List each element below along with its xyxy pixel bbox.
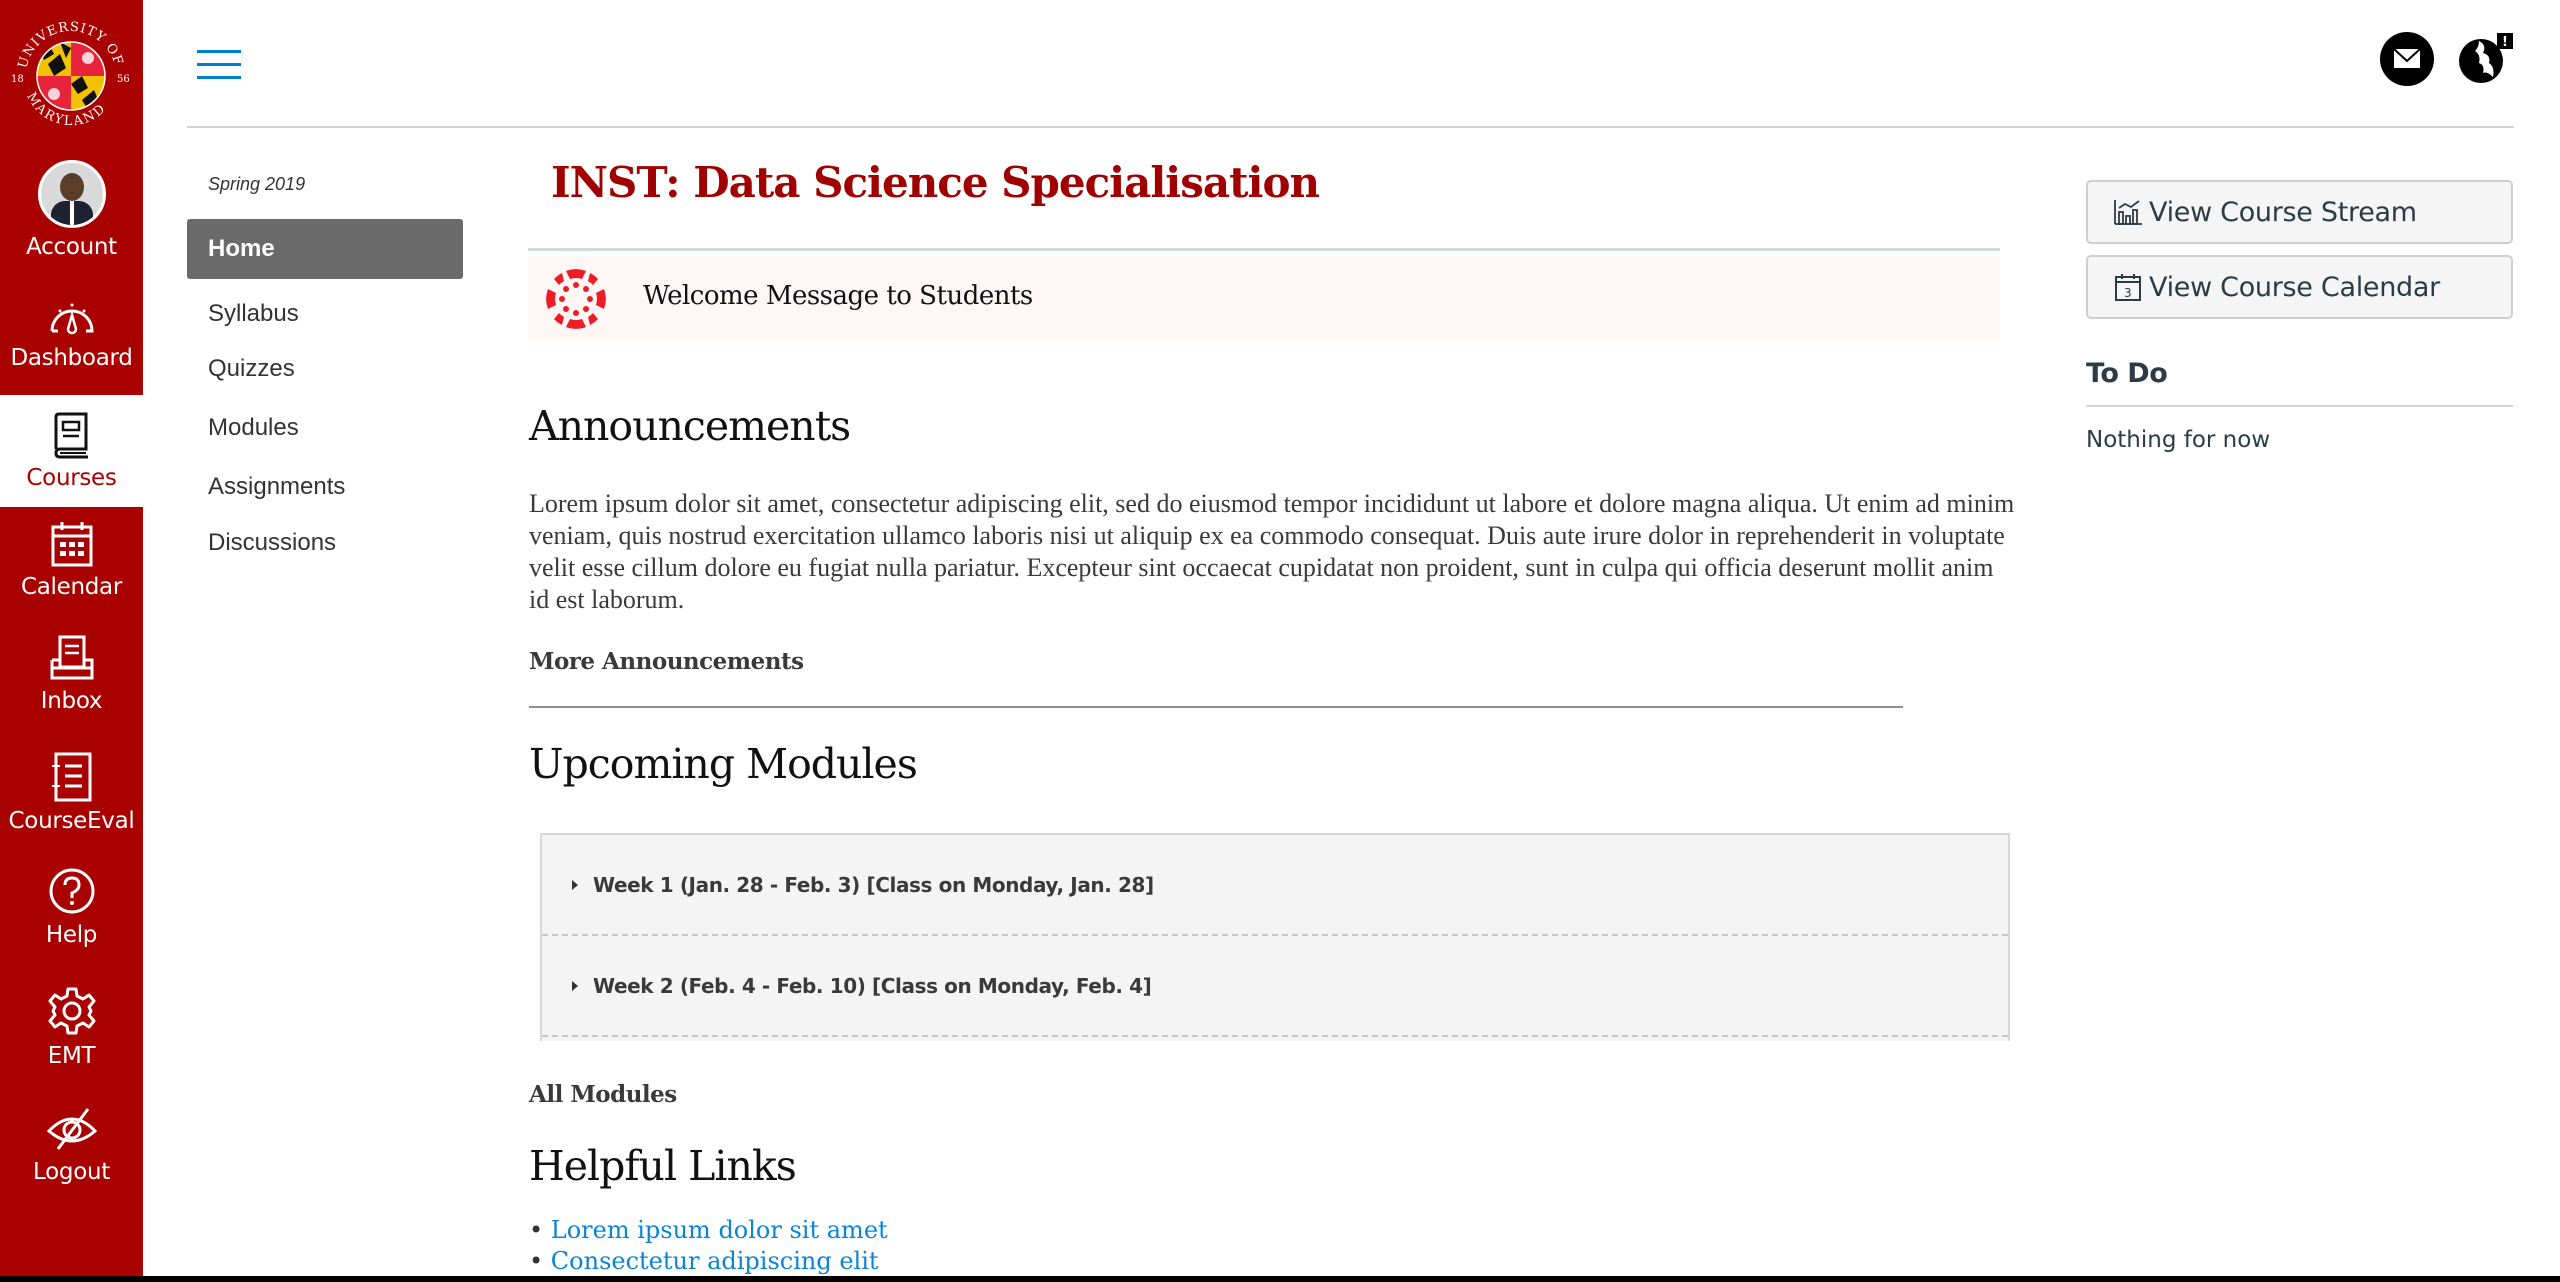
course-nav-modules[interactable]: Modules (187, 414, 463, 442)
announcements-heading: Announcements (529, 402, 851, 450)
course-nav-discussions[interactable]: Discussions (187, 529, 463, 557)
nav-dashboard-label: Dashboard (10, 345, 133, 371)
avatar (37, 160, 106, 228)
gear-icon (48, 987, 95, 1035)
nav-logout[interactable]: Logout (0, 1105, 143, 1185)
calendar-icon (51, 522, 92, 567)
helpful-link[interactable]: Lorem ipsum dolor sit amet (551, 1216, 888, 1244)
nav-calendar-label: Calendar (20, 574, 123, 600)
canvas-logo-icon (546, 269, 606, 329)
title-divider (528, 248, 2000, 251)
inbox-icon (50, 635, 93, 680)
nav-inbox-label: Inbox (40, 688, 103, 714)
calendar-day-icon: 3 (2115, 274, 2141, 301)
nav-logout-label: Logout (33, 1159, 110, 1185)
hamburger-icon[interactable] (197, 50, 241, 80)
eye-slash-icon (46, 1108, 97, 1150)
courses-book-icon (53, 412, 88, 459)
header-divider (187, 126, 2514, 128)
nav-inbox[interactable]: Inbox (0, 634, 143, 714)
term-label: Spring 2019 (208, 174, 306, 194)
nav-emt[interactable]: EMT (0, 985, 143, 1069)
view-course-calendar-label: View Course Calendar (2149, 271, 2440, 303)
nav-courses-label: Courses (26, 465, 117, 491)
nav-courseeval[interactable]: CourseEval (0, 752, 143, 834)
nav-calendar[interactable]: Calendar (0, 520, 143, 600)
announcements-divider (529, 706, 1903, 708)
help-question-icon (49, 868, 94, 914)
more-announcements-link[interactable]: More Announcements (529, 648, 804, 675)
svg-text:3: 3 (2124, 286, 2132, 300)
nav-courseeval-label: CourseEval (8, 808, 135, 834)
dashboard-gauge-icon (50, 303, 94, 335)
course-eval-icon (51, 752, 91, 802)
nav-help[interactable]: Help (0, 866, 143, 948)
stream-chart-icon (2114, 200, 2142, 225)
svg-text:56: 56 (117, 74, 130, 85)
helpful-link[interactable]: Consectetur adipiscing elit (551, 1247, 879, 1275)
todo-heading: To Do (2086, 358, 2168, 389)
helpful-link-item: • Consectetur adipiscing elit (529, 1247, 879, 1275)
module-title: Week 2 (Feb. 4 - Feb. 10) [Class on Mond… (593, 973, 1152, 998)
course-title: INST: Data Science Specialisation (551, 158, 1320, 207)
view-course-stream-label: View Course Stream (2149, 196, 2417, 228)
welcome-banner-text[interactable]: Welcome Message to Students (643, 281, 1033, 311)
nav-account-label: Account (26, 234, 117, 260)
view-course-stream-button[interactable]: View Course Stream (2086, 180, 2513, 244)
nav-courses[interactable]: Courses (0, 395, 143, 507)
global-nav: UNIVERSITY OF MARYLAND 18 56 Account Das… (0, 0, 143, 1276)
bullet: • (529, 1216, 544, 1244)
course-nav-home[interactable]: Home (187, 219, 463, 279)
modules-list: Week 1 (Jan. 28 - Feb. 3) [Class on Mond… (540, 833, 2010, 1041)
course-nav-assignments[interactable]: Assignments (187, 473, 463, 501)
globe-badge: ! (2502, 35, 2508, 50)
module-row[interactable]: Week 2 (Feb. 4 - Feb. 10) [Class on Mond… (542, 936, 2008, 1037)
globe-alert-icon[interactable]: ! (2457, 33, 2517, 85)
nav-emt-label: EMT (47, 1043, 96, 1069)
nav-dashboard[interactable]: Dashboard (0, 295, 143, 371)
announcement-body: Lorem ipsum dolor sit amet, consectetur … (529, 489, 2015, 614)
all-modules-link[interactable]: All Modules (529, 1081, 677, 1108)
nav-account[interactable]: Account (0, 160, 143, 260)
svg-text:18: 18 (11, 74, 24, 85)
upcoming-modules-heading: Upcoming Modules (529, 740, 918, 788)
bullet: • (529, 1247, 544, 1275)
course-nav-quizzes[interactable]: Quizzes (187, 355, 463, 383)
university-logo[interactable]: UNIVERSITY OF MARYLAND 18 56 (8, 14, 134, 134)
module-row[interactable]: Week 1 (Jan. 28 - Feb. 3) [Class on Mond… (542, 835, 2008, 936)
expand-triangle-icon (572, 879, 578, 890)
nav-help-label: Help (45, 922, 98, 948)
mail-icon[interactable] (2380, 32, 2434, 86)
bottom-bar (0, 1276, 2560, 1282)
course-nav-syllabus[interactable]: Syllabus (187, 300, 463, 328)
helpful-link-item: • Lorem ipsum dolor sit amet (529, 1216, 888, 1244)
todo-empty-message: Nothing for now (2086, 427, 2271, 453)
helpful-links-heading: Helpful Links (529, 1142, 797, 1190)
todo-divider (2086, 405, 2513, 407)
module-title: Week 1 (Jan. 28 - Feb. 3) [Class on Mond… (593, 872, 1154, 897)
view-course-calendar-button[interactable]: 3 View Course Calendar (2086, 255, 2513, 319)
expand-triangle-icon (572, 980, 578, 991)
